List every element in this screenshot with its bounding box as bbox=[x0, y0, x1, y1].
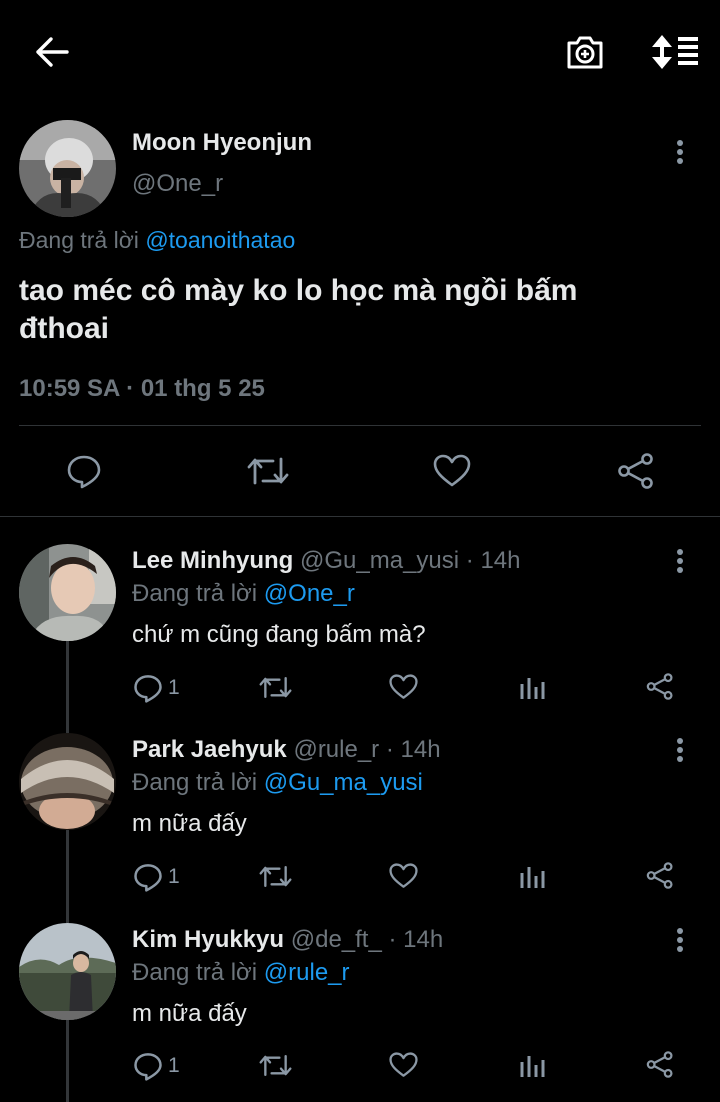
retweet-icon[interactable] bbox=[259, 1053, 292, 1078]
reply-count: 1 bbox=[168, 676, 180, 699]
replying-to-link[interactable]: @Gu_ma_yusi bbox=[264, 769, 423, 796]
tweet-text-line1: tao méc cô mày ko lo học mà ngồi bấm bbox=[19, 274, 578, 307]
reply-icon[interactable] bbox=[133, 673, 163, 703]
share-icon[interactable] bbox=[646, 673, 674, 700]
reply-count: 1 bbox=[168, 865, 180, 888]
analytics-icon[interactable] bbox=[519, 674, 545, 700]
divider bbox=[0, 516, 720, 517]
top-bar bbox=[0, 0, 720, 105]
share-icon[interactable] bbox=[617, 453, 655, 489]
tweet-text-line2: đthoai bbox=[19, 312, 109, 345]
more-options-icon[interactable] bbox=[676, 548, 684, 574]
replying-to-line: Đang trả lời @toanoithatao bbox=[19, 227, 295, 254]
replying-prefix: Đang trả lời bbox=[132, 769, 258, 796]
tweet-timestamp: 10:59 SA · 01 thg 5 25 bbox=[19, 375, 265, 402]
replying-prefix: Đang trả lời bbox=[19, 227, 139, 253]
reply-header: Lee Minhyung @Gu_ma_yusi · 14h bbox=[132, 547, 520, 575]
divider bbox=[19, 425, 701, 426]
analytics-icon[interactable] bbox=[519, 863, 545, 889]
avatar[interactable] bbox=[19, 544, 116, 641]
arrow-left-icon[interactable] bbox=[34, 36, 70, 68]
like-icon[interactable] bbox=[389, 674, 418, 700]
thread-line bbox=[66, 1020, 69, 1102]
like-icon[interactable] bbox=[389, 863, 418, 889]
avatar[interactable] bbox=[19, 733, 116, 830]
camera-plus-icon[interactable] bbox=[565, 33, 605, 71]
reply-text: chứ m cũng đang bấm mà? bbox=[132, 621, 426, 648]
more-options-icon[interactable] bbox=[676, 737, 684, 763]
author-name[interactable]: Moon Hyeonjun bbox=[132, 129, 312, 157]
reply-icon[interactable] bbox=[133, 1051, 163, 1081]
analytics-icon[interactable] bbox=[519, 1052, 545, 1078]
thread-line bbox=[66, 640, 69, 733]
more-options-icon[interactable] bbox=[676, 927, 684, 953]
retweet-icon[interactable] bbox=[247, 455, 289, 487]
replying-prefix: Đang trả lời bbox=[132, 580, 258, 607]
replying-to-link[interactable]: @toanoithatao bbox=[145, 227, 295, 253]
replying-prefix: Đang trả lời bbox=[132, 959, 258, 986]
author-handle-time[interactable]: @rule_r · 14h bbox=[293, 736, 440, 763]
replying-to-link[interactable]: @One_r bbox=[264, 580, 355, 607]
author-handle-time[interactable]: @de_ft_ · 14h bbox=[291, 926, 443, 953]
replying-to-line: Đang trả lời @Gu_ma_yusi bbox=[132, 769, 423, 797]
share-icon[interactable] bbox=[646, 862, 674, 889]
author-name[interactable]: Kim Hyukkyu bbox=[132, 926, 284, 953]
replying-to-line: Đang trả lời @rule_r bbox=[132, 959, 350, 987]
sort-icon[interactable] bbox=[650, 33, 700, 71]
replying-to-link[interactable]: @rule_r bbox=[264, 959, 350, 986]
more-options-icon[interactable] bbox=[676, 139, 684, 165]
author-name[interactable]: Lee Minhyung bbox=[132, 547, 293, 574]
thread-line bbox=[66, 830, 69, 923]
reply-count: 1 bbox=[168, 1054, 180, 1077]
retweet-icon[interactable] bbox=[259, 864, 292, 889]
reply-header: Park Jaehyuk @rule_r · 14h bbox=[132, 736, 441, 764]
reply-icon[interactable] bbox=[66, 453, 102, 489]
avatar[interactable] bbox=[19, 923, 116, 1020]
reply-text: m nữa đấy bbox=[132, 1000, 247, 1027]
like-icon[interactable] bbox=[433, 454, 471, 488]
reply-header: Kim Hyukkyu @de_ft_ · 14h bbox=[132, 926, 443, 954]
reply-text: m nữa đấy bbox=[132, 810, 247, 837]
author-name[interactable]: Park Jaehyuk bbox=[132, 736, 287, 763]
avatar[interactable] bbox=[19, 120, 116, 217]
reply-icon[interactable] bbox=[133, 862, 163, 892]
author-handle-time[interactable]: @Gu_ma_yusi · 14h bbox=[300, 547, 520, 574]
retweet-icon[interactable] bbox=[259, 675, 292, 700]
author-handle[interactable]: @One_r bbox=[132, 170, 223, 198]
share-icon[interactable] bbox=[646, 1051, 674, 1078]
like-icon[interactable] bbox=[389, 1052, 418, 1078]
replying-to-line: Đang trả lời @One_r bbox=[132, 580, 355, 608]
